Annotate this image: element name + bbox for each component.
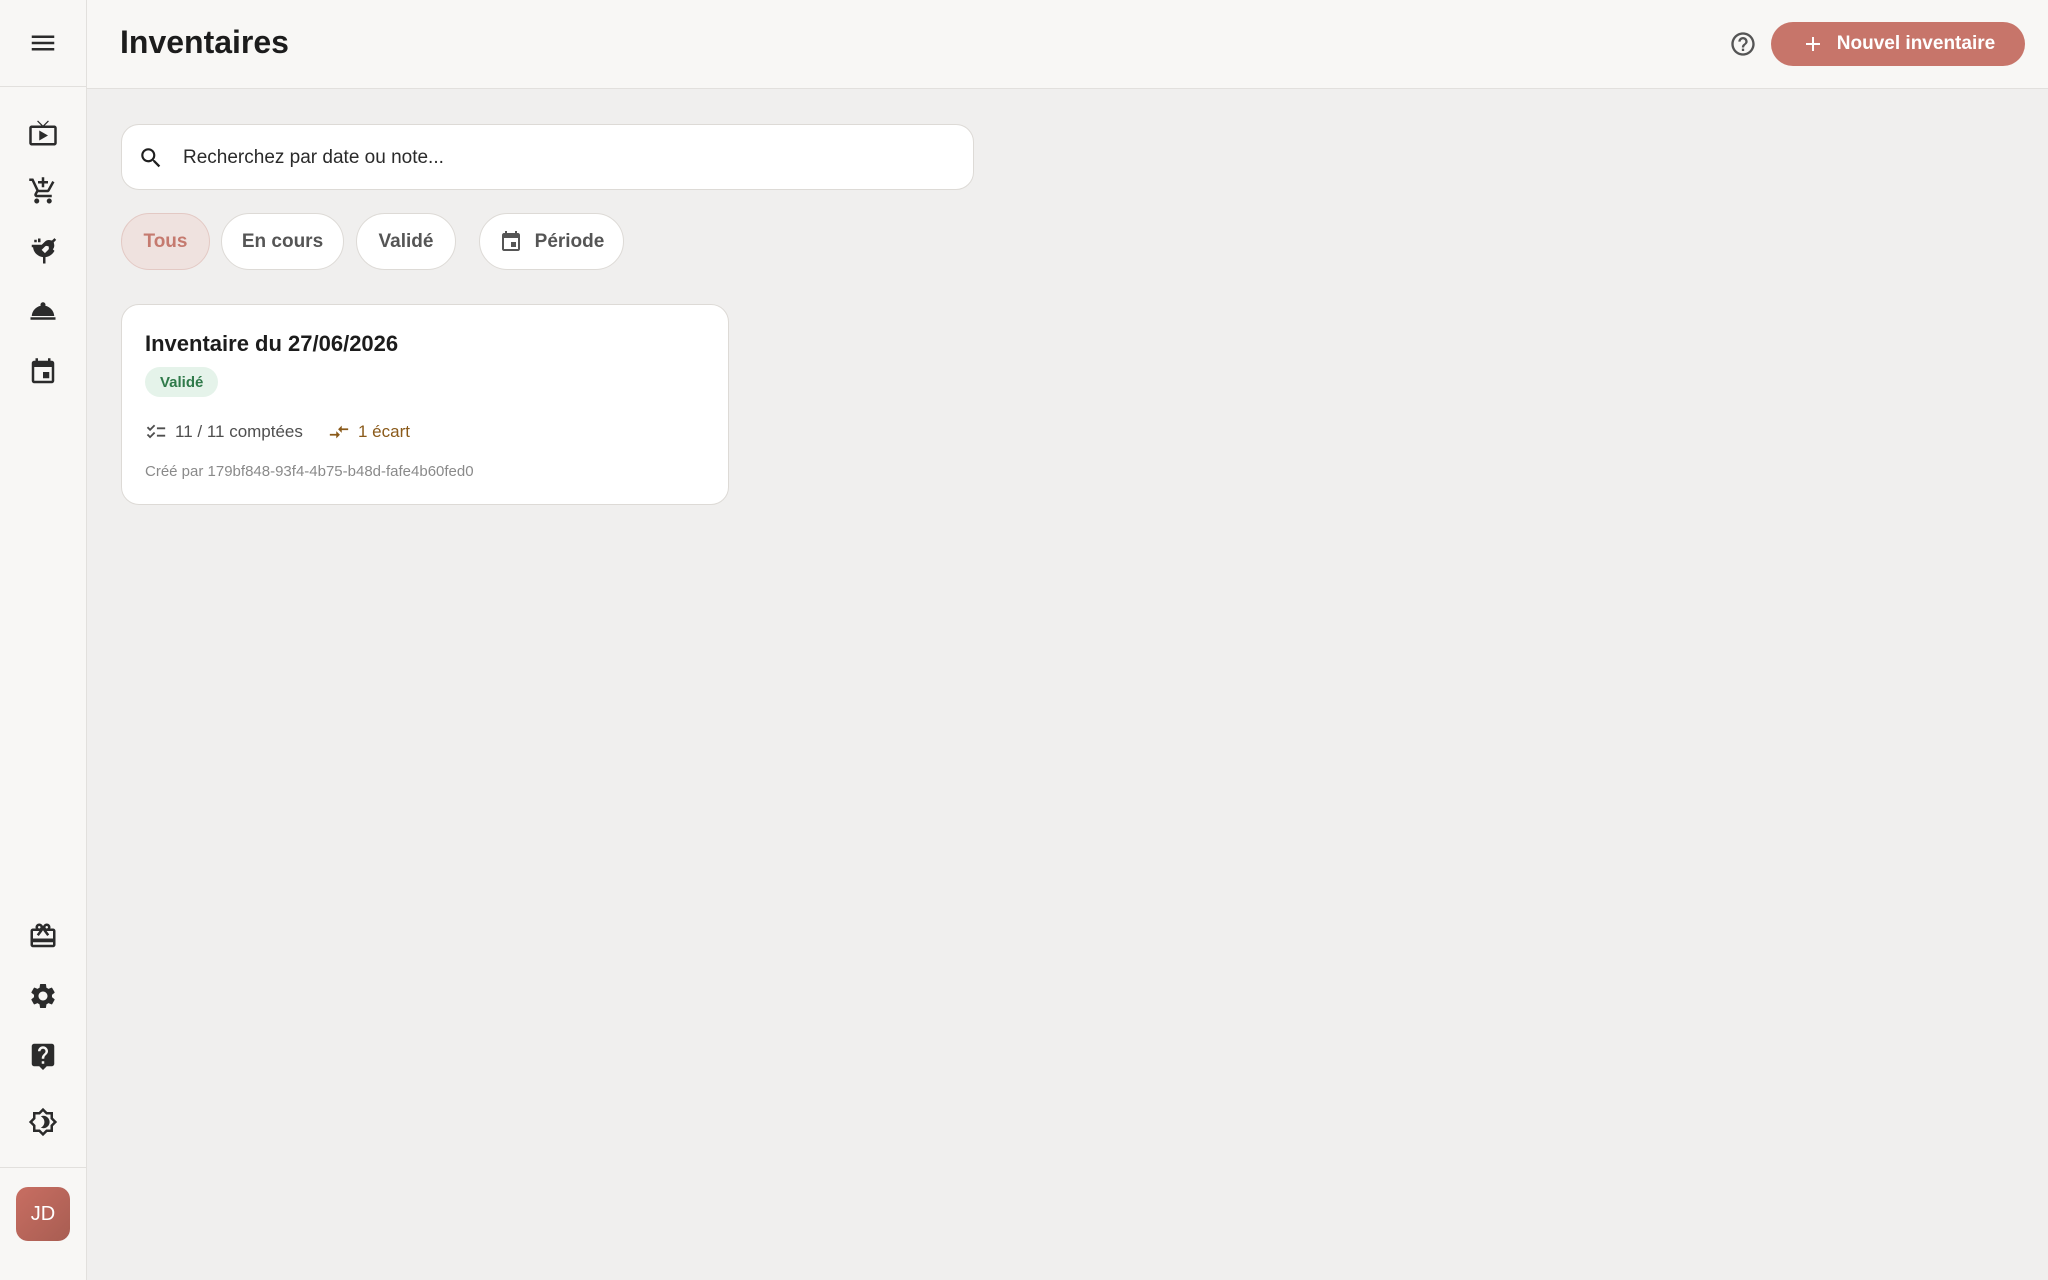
avatar-initials: JD (30, 1202, 56, 1225)
add-to-cart-icon (29, 177, 55, 204)
filter-chip-in-progress[interactable]: En cours (221, 213, 344, 270)
calendar-icon (501, 230, 520, 251)
help-button[interactable] (1727, 28, 1759, 60)
status-badge-label: Validé (160, 373, 204, 391)
brightness-icon (28, 1107, 58, 1137)
filter-chip-all[interactable]: Tous (121, 213, 210, 270)
filter-chip-label: Période (534, 230, 605, 252)
page-title: Inventaires (120, 24, 289, 60)
status-badge: Validé (145, 367, 219, 397)
app: JD Inventaires Nouvel inventaire Tous En… (0, 0, 2048, 1280)
sidebar-item-theme[interactable] (23, 1102, 63, 1142)
sidebar-item-calendar[interactable] (23, 352, 63, 392)
gear-icon (31, 984, 55, 1008)
sidebar-item-kitchen[interactable] (23, 231, 63, 271)
event-icon (31, 358, 55, 384)
sidebar-item-register[interactable] (23, 916, 63, 956)
counted-text: 11 / 11 comptées (175, 422, 303, 441)
sidebar-item-service[interactable] (23, 291, 63, 331)
created-by: Créé par 179bf848-93f4-4b75-b48d-fafe4b6… (145, 463, 474, 480)
filter-chip-label: En cours (241, 230, 324, 252)
sidebar-item-live[interactable] (23, 113, 63, 153)
filter-chip-label: Tous (143, 230, 188, 252)
gap-stat: 1 écart (328, 421, 410, 443)
new-inventory-label: Nouvel inventaire (1836, 33, 1996, 54)
menu-button[interactable] (0, 0, 86, 87)
search-box (121, 124, 974, 190)
compare-arrows-icon (329, 425, 349, 439)
avatar[interactable]: JD (16, 1187, 70, 1241)
menu-icon (31, 35, 55, 51)
search-icon (138, 145, 164, 171)
new-inventory-button[interactable]: Nouvel inventaire (1771, 22, 2025, 66)
help-center-icon (31, 1043, 55, 1070)
header: Inventaires Nouvel inventaire (87, 0, 2048, 89)
soup-kitchen-icon (31, 238, 57, 264)
inventory-card[interactable]: Inventaire du 27/06/2026 Validé 11 / 11 … (121, 304, 729, 505)
live-tv-icon (29, 120, 57, 146)
checklist-icon (146, 424, 166, 439)
sidebar-item-help[interactable] (23, 1035, 63, 1075)
counted-stat: 11 / 11 comptées (145, 421, 303, 443)
register-icon (30, 923, 56, 948)
sidebar-item-orders[interactable] (23, 171, 63, 211)
plus-icon (1805, 37, 1820, 51)
filter-chip-period[interactable]: Période (479, 213, 624, 270)
inventory-title: Inventaire du 27/06/2026 (145, 331, 399, 356)
room-service-icon (30, 302, 56, 320)
help-icon (1731, 32, 1755, 56)
sidebar: JD (0, 0, 87, 1280)
search-input[interactable] (183, 139, 953, 177)
gap-text: 1 écart (358, 422, 410, 441)
filter-chip-label: Validé (378, 230, 434, 252)
filter-chip-validated[interactable]: Validé (356, 213, 456, 270)
sidebar-divider (0, 1167, 86, 1168)
sidebar-item-settings[interactable] (23, 976, 63, 1016)
